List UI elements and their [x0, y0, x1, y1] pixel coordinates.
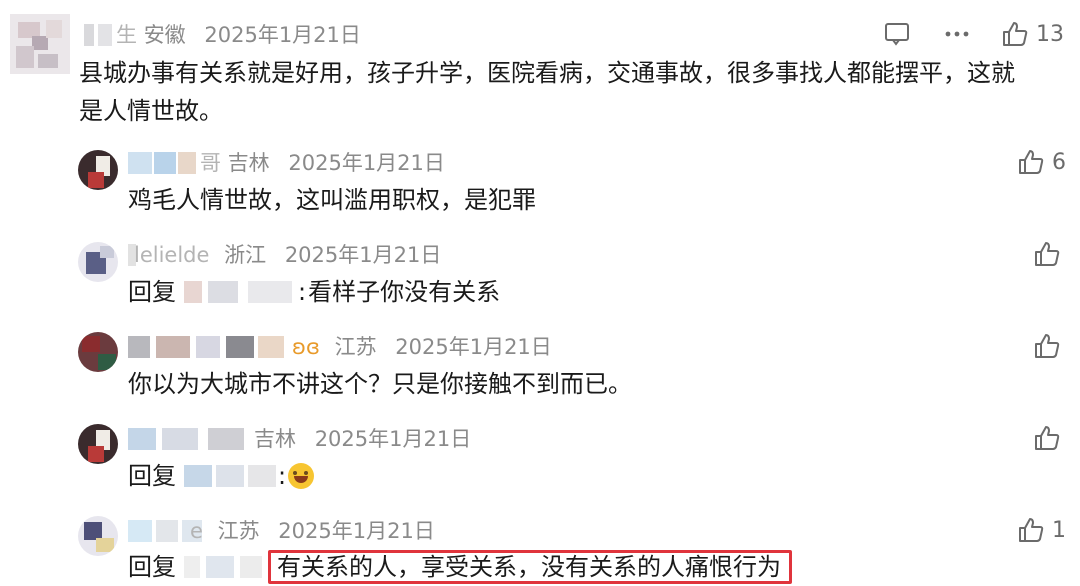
reply-meta: e 江苏 2025年1月21日: [190, 519, 435, 543]
reply-avatar[interactable]: [78, 150, 118, 190]
comment-line: 县城办事有关系就是好用，孩子升学，医院看病，交通事故，很多事找人都能摆平，这就: [79, 59, 1015, 87]
reply-target-blur: [184, 465, 276, 487]
like-count: 6: [1052, 149, 1066, 175]
thumbs-up-icon: [1019, 150, 1044, 174]
reply-avatar[interactable]: [78, 242, 118, 282]
comment-date: 2025年1月21日: [278, 519, 435, 543]
comment-line: 是人情世故。: [79, 97, 223, 125]
like-button[interactable]: [1034, 241, 1060, 267]
thumbs-up-icon: [1035, 242, 1060, 266]
like-button[interactable]: 1: [1018, 517, 1066, 543]
reply-prefix: 回复: [128, 553, 176, 581]
thumbs-up-icon: [1035, 426, 1060, 450]
more-icon: [945, 31, 969, 37]
reply-name-blur: [128, 428, 246, 450]
reply-button[interactable]: [884, 22, 910, 46]
location: 江苏: [217, 519, 260, 543]
comment-line: 鸡毛人情世故，这叫滥用职权，是犯罪: [128, 186, 536, 214]
reply-name-blur: [128, 336, 284, 358]
commenter-name[interactable]: e: [190, 519, 203, 543]
main-comment-text: 县城办事有关系就是好用，孩子升学，医院看病，交通事故，很多事找人都能摆平，这就 …: [79, 54, 1015, 130]
reply-meta: lelielde 浙江 2025年1月21日: [134, 243, 441, 267]
reply-text: 回复 lelielde:: [128, 457, 315, 495]
commenter-name[interactable]: 哥: [200, 151, 221, 175]
thumbs-up-icon: [1003, 22, 1028, 46]
main-comment-meta: 生 安徽 2025年1月21日: [116, 23, 361, 47]
highlighted-reply-text: 有关系的人，享受关系，没有关系的人痛恨行为: [268, 550, 792, 584]
like-button[interactable]: [1034, 333, 1060, 359]
reply-meta: 哥 吉林 2025年1月21日: [254, 427, 471, 451]
comment-icon: [885, 23, 909, 46]
reply-prefix: 回复: [128, 278, 176, 306]
reply-avatar[interactable]: [78, 424, 118, 464]
comment-date: 2025年1月21日: [284, 243, 442, 267]
comment-line: 看样子你没有关系: [308, 278, 501, 306]
comment-date: 2025年1月21日: [288, 151, 445, 175]
reply-text: 回复 有关系的人，享受关系，没有关系的人痛恨行为: [128, 548, 792, 586]
reply-text: 你以为大城市不讲这个？只是你接触不到而已。: [128, 365, 632, 403]
location: 吉林: [254, 427, 296, 451]
reply-name-blur: [128, 152, 198, 174]
comment-date: 2025年1月21日: [395, 335, 552, 359]
more-options-button[interactable]: [944, 22, 970, 46]
commenter-name[interactable]: 生: [116, 23, 137, 47]
grinning-emoji-icon: [288, 463, 315, 489]
like-button[interactable]: 13: [1002, 21, 1064, 47]
commenter-name[interactable]: lelielde: [134, 243, 209, 267]
main-commenter-name-blur: [84, 24, 120, 46]
reply-text: 鸡毛人情世故，这叫滥用职权，是犯罪: [128, 181, 536, 219]
like-count: 13: [1036, 21, 1064, 47]
like-button[interactable]: 6: [1018, 149, 1066, 175]
reply-meta: ʚɞ 江苏 2025年1月21日: [292, 335, 552, 359]
location: 江苏: [334, 335, 377, 359]
main-commenter-avatar[interactable]: [10, 14, 70, 74]
reply-text: 回复 :看样子你没有关系: [128, 278, 501, 306]
comment-line: 你以为大城市不讲这个？只是你接触不到而已。: [128, 370, 632, 398]
like-button[interactable]: [1034, 425, 1060, 451]
reply-avatar[interactable]: [78, 332, 118, 372]
butterfly-badge-icon: ʚɞ: [292, 335, 320, 359]
location: 吉林: [227, 151, 270, 175]
location: 安徽: [143, 23, 186, 47]
reply-target-blur: [184, 556, 264, 578]
reply-target-blur: [184, 281, 296, 303]
like-count: 1: [1052, 517, 1066, 543]
comment-date: 2025年1月21日: [204, 23, 361, 47]
location: 浙江: [224, 243, 267, 267]
reply-meta: 哥 吉林 2025年1月21日: [200, 151, 445, 175]
reply-prefix: 回复: [128, 462, 176, 490]
thumbs-up-icon: [1019, 518, 1044, 542]
thumbs-up-icon: [1035, 334, 1060, 358]
comment-line: 有关系的人，享受关系，没有关系的人痛恨行为: [277, 553, 781, 581]
comment-date: 2025年1月21日: [314, 427, 472, 451]
reply-avatar[interactable]: [78, 516, 118, 556]
